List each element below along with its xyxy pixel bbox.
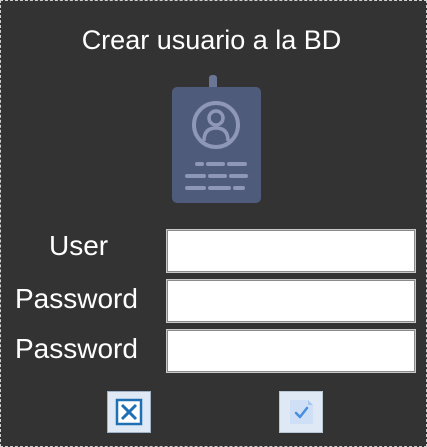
create-user-dialog: Crear usuario a la BD User Password Pass… [0,0,427,447]
confirm-password-label: Password [15,333,138,364]
user-input[interactable] [166,229,416,273]
confirm-password-input[interactable] [166,329,416,373]
id-badge-icon [171,75,263,205]
checkmark-icon [280,392,322,432]
confirm-button[interactable] [279,391,323,433]
close-x-icon [108,392,150,432]
dialog-title: Crear usuario a la BD [81,25,342,55]
password-label: Password [15,283,138,314]
cancel-button[interactable] [107,391,151,433]
password-input[interactable] [166,279,416,323]
user-label: User [49,230,109,261]
